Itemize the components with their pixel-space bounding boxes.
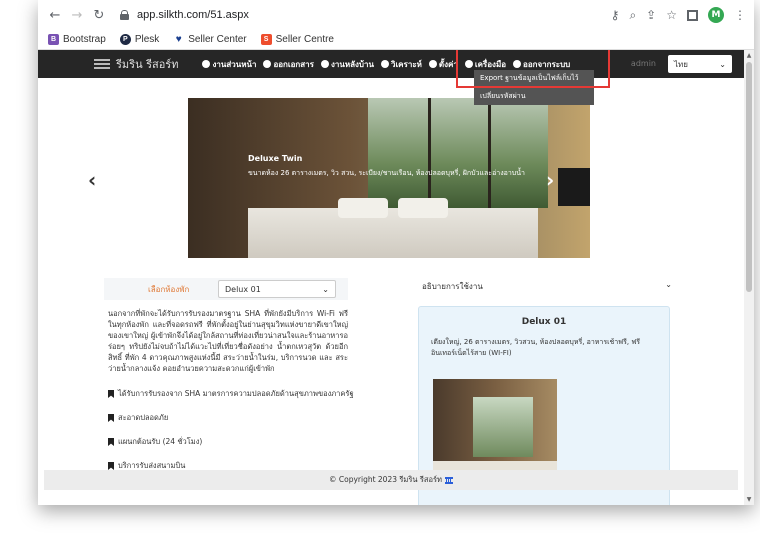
- hero-pillow: [338, 198, 388, 218]
- profile-avatar[interactable]: M: [708, 7, 724, 23]
- menu-back-office[interactable]: งานหลังบ้าน: [320, 58, 374, 71]
- heart-icon: ♥: [175, 34, 182, 45]
- bookmark-icon: [108, 438, 114, 446]
- web-page: รีมริน รีสอร์ท งานส่วนหน้า ออกเอกสาร งาน…: [38, 50, 744, 505]
- hamburger-icon[interactable]: [94, 59, 110, 69]
- hero-bed: [248, 208, 538, 258]
- scroll-down-icon[interactable]: ▼: [746, 496, 752, 503]
- url-field[interactable]: app.silkth.com/51.aspx: [120, 9, 249, 21]
- usage-accordion[interactable]: อธิบายการใช้งาน ⌄: [422, 280, 672, 293]
- bank-icon: [444, 476, 453, 484]
- bookmark-icon: [108, 414, 114, 422]
- url-text: app.silkth.com/51.aspx: [137, 9, 249, 21]
- dropdown-change-password[interactable]: เปลี่ยนรหัสผ่าน: [474, 87, 594, 105]
- brand-name[interactable]: รีมริน รีสอร์ท: [116, 55, 178, 73]
- chevron-down-icon: ⌄: [719, 59, 726, 69]
- browser-toolbar: ⚷ ⌕ ⇪ ☆ M ⋮: [611, 7, 746, 23]
- usage-label: อธิบายการใช้งาน: [422, 282, 483, 291]
- annotation-highlight-box: [456, 50, 610, 88]
- language-select[interactable]: ไทย ⌄: [668, 55, 732, 73]
- menu-dot-icon: [428, 60, 437, 68]
- hero-carousel-image: Deluxe Twin ขนาดห้อง 26 ตารางเมตร, วิว ส…: [188, 98, 590, 258]
- menu-dot-icon: [320, 60, 329, 68]
- bootstrap-icon: B: [48, 34, 59, 45]
- bookmark-icon: [108, 462, 114, 470]
- zoom-icon[interactable]: ⌕: [629, 8, 636, 23]
- hero-description: ขนาดห้อง 26 ตารางเมตร, วิว สวน, ระเบียง/…: [248, 169, 525, 177]
- menu-front-office[interactable]: งานส่วนหน้า: [202, 58, 256, 71]
- room-select[interactable]: Delux 01 ⌄: [218, 280, 336, 298]
- menu-analytics[interactable]: วิเคราะห์: [380, 58, 422, 71]
- top-navbar: รีมริน รีสอร์ท งานส่วนหน้า ออกเอกสาร งาน…: [38, 50, 744, 105]
- menu-dot-icon: [263, 60, 272, 68]
- forward-icon[interactable]: →: [68, 6, 86, 24]
- bookmarks-bar: B Bootstrap P Plesk ♥ Seller Center S Se…: [38, 30, 754, 50]
- chevron-down-icon: ⌄: [665, 280, 672, 289]
- room-card-description: เตียงใหญ่, 26 ตารางเมตร, วิวสวน, ห้องปลอ…: [431, 338, 641, 357]
- plesk-icon: P: [119, 34, 131, 45]
- menu-dot-icon: [380, 60, 389, 68]
- room-description: นอกจากที่พักจะได้รับการรับรองมาตรฐาน SHA…: [108, 309, 348, 373]
- bookmark-seller-centre[interactable]: S Seller Centre: [260, 34, 334, 45]
- reload-icon[interactable]: ↻: [90, 6, 108, 24]
- hero-mullion: [428, 98, 431, 208]
- hero-window-view: [368, 98, 548, 208]
- hero-mullion: [488, 98, 491, 208]
- admin-user[interactable]: admin: [631, 59, 656, 68]
- feature-item: ได้รับการรับรองจาก SHA มาตรการความปลอดภั…: [108, 388, 354, 400]
- hero-title: Deluxe Twin: [248, 154, 303, 163]
- room-select-label: เลือกห้องพัก: [148, 284, 190, 294]
- scroll-up-icon[interactable]: ▲: [746, 52, 752, 59]
- sidepanel-icon[interactable]: [687, 9, 698, 21]
- carousel-next-icon[interactable]: ›: [546, 168, 554, 192]
- hero-pillow: [398, 198, 448, 218]
- menu-settings[interactable]: ตั้งค่า: [428, 58, 458, 71]
- bookmark-seller-center[interactable]: ♥ Seller Center: [173, 34, 247, 45]
- share-icon[interactable]: ⇪: [646, 8, 656, 22]
- address-bar-row: ← → ↻ app.silkth.com/51.aspx ⚷ ⌕ ⇪ ☆ M ⋮: [38, 0, 754, 30]
- key-icon[interactable]: ⚷: [611, 8, 620, 22]
- lock-icon[interactable]: [120, 10, 129, 20]
- menu-dot-icon: [202, 60, 211, 68]
- browser-window: ← → ↻ app.silkth.com/51.aspx ⚷ ⌕ ⇪ ☆ M ⋮…: [38, 0, 754, 505]
- hero-tv: [558, 168, 590, 206]
- chevron-down-icon: ⌄: [322, 284, 329, 294]
- page-scrollbar[interactable]: ▲ ▼: [744, 50, 754, 505]
- feature-item: สะอาดปลอดภัย: [108, 412, 168, 424]
- room-photo-window: [473, 397, 533, 457]
- back-icon[interactable]: ←: [46, 6, 64, 24]
- carousel-prev-icon[interactable]: ‹: [88, 168, 96, 192]
- menu-documents[interactable]: ออกเอกสาร: [263, 58, 314, 71]
- bookmark-icon: [108, 390, 114, 398]
- scroll-thumb[interactable]: [746, 62, 752, 292]
- room-photo: [433, 379, 557, 479]
- page-footer: © Copyright 2023 รีมริน รีสอร์ท: [44, 470, 738, 490]
- feature-item: แผนกต้อนรับ (24 ชั่วโมง): [108, 436, 202, 448]
- room-select-panel: เลือกห้องพัก Delux 01 ⌄: [104, 278, 348, 300]
- bookmark-plesk[interactable]: P Plesk: [119, 34, 159, 45]
- footer-copyright: © Copyright 2023 รีมริน รีสอร์ท: [329, 475, 442, 484]
- more-icon[interactable]: ⋮: [734, 8, 746, 22]
- bookmark-bootstrap[interactable]: B Bootstrap: [48, 34, 106, 45]
- room-card-title: Delux 01: [521, 317, 567, 327]
- shopee-icon: S: [260, 34, 272, 45]
- star-icon[interactable]: ☆: [666, 8, 677, 22]
